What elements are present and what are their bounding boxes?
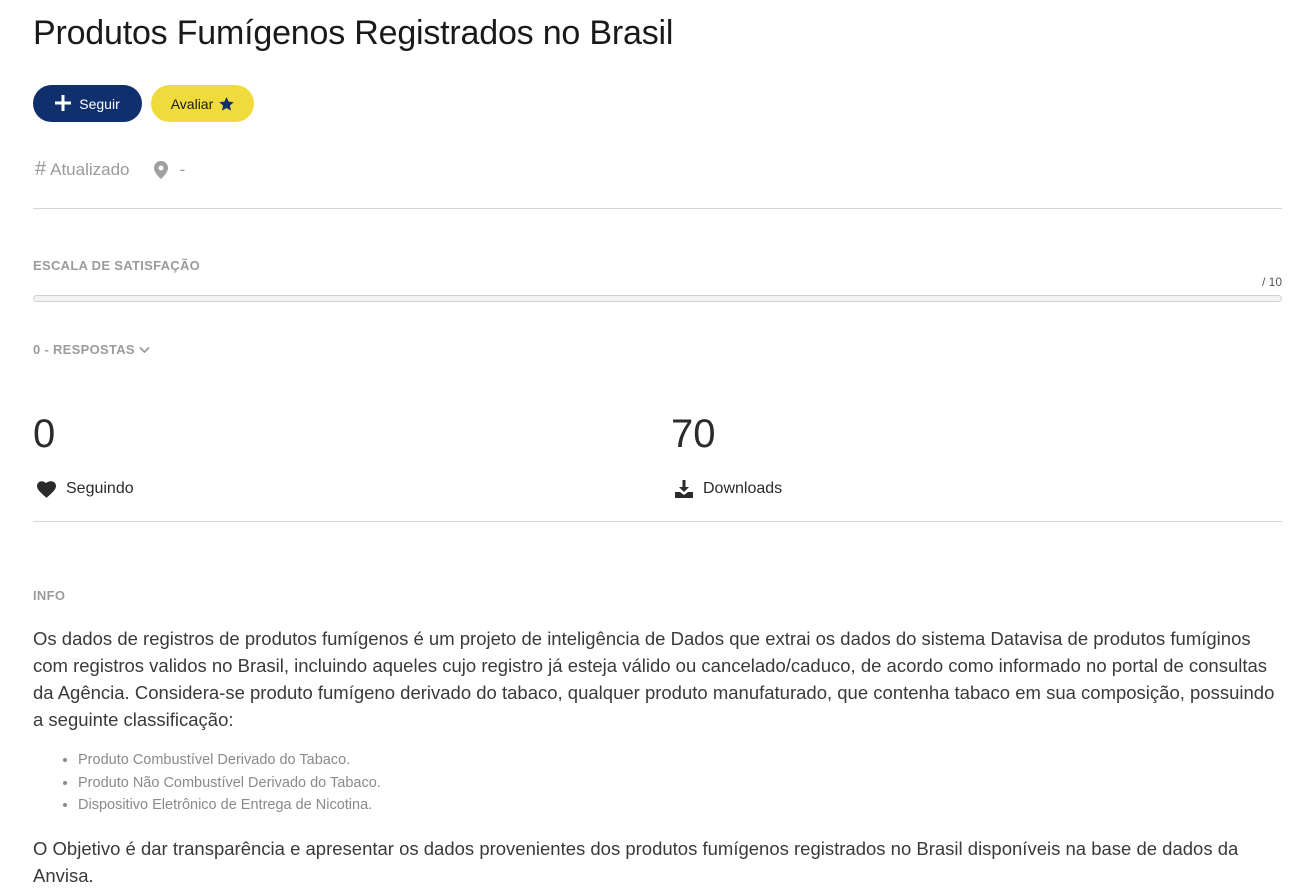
star-icon bbox=[219, 96, 234, 111]
downloads-label: Downloads bbox=[703, 480, 783, 497]
satisfaction-label: ESCALA DE SATISFAÇÃO bbox=[33, 258, 201, 273]
satisfaction-max: / 10 bbox=[1261, 275, 1282, 289]
satisfaction-bar bbox=[33, 295, 1282, 302]
list-item: Produto Combustível Derivado do Tabaco. bbox=[78, 749, 1278, 772]
page-title: Produtos Fumígenos Registrados no Brasil bbox=[33, 14, 674, 52]
meta-row: # Atualizado - bbox=[35, 158, 185, 181]
following-label: Seguindo bbox=[66, 480, 134, 497]
list-item: Produto Não Combustível Derivado do Taba… bbox=[78, 772, 1278, 795]
hash-icon: # bbox=[35, 158, 47, 180]
downloads-count: 70 bbox=[671, 412, 716, 456]
chevron-down-icon bbox=[139, 346, 150, 353]
downloads-stat: Downloads bbox=[675, 480, 782, 498]
heart-icon bbox=[37, 480, 56, 498]
plus-icon bbox=[55, 93, 72, 115]
list-item: Dispositivo Eletrônico de Entrega de Nic… bbox=[78, 794, 1278, 817]
status-text: Atualizado bbox=[50, 159, 130, 179]
following-stat: Seguindo bbox=[37, 480, 134, 498]
responses-toggle[interactable]: 0 - RESPOSTAS bbox=[33, 342, 150, 357]
follow-button-label: Seguir bbox=[79, 95, 120, 112]
location-pin-icon bbox=[153, 160, 168, 179]
rate-button[interactable]: Avaliar bbox=[151, 85, 254, 122]
divider bbox=[33, 521, 1282, 522]
follow-button[interactable]: Seguir bbox=[33, 85, 142, 122]
divider bbox=[33, 208, 1282, 209]
location-text: - bbox=[179, 159, 186, 179]
rate-button-label: Avaliar bbox=[170, 95, 214, 112]
download-icon bbox=[675, 480, 693, 498]
classification-list: Produto Combustível Derivado do Tabaco. … bbox=[33, 749, 1278, 817]
following-count: 0 bbox=[33, 412, 56, 456]
info-objective-paragraph: O Objetivo é dar transparência e apresen… bbox=[33, 838, 1239, 886]
info-title: INFO bbox=[33, 588, 66, 603]
responses-label: 0 - RESPOSTAS bbox=[33, 342, 135, 357]
info-paragraph: Os dados de registros de produtos fumíge… bbox=[33, 628, 1275, 730]
